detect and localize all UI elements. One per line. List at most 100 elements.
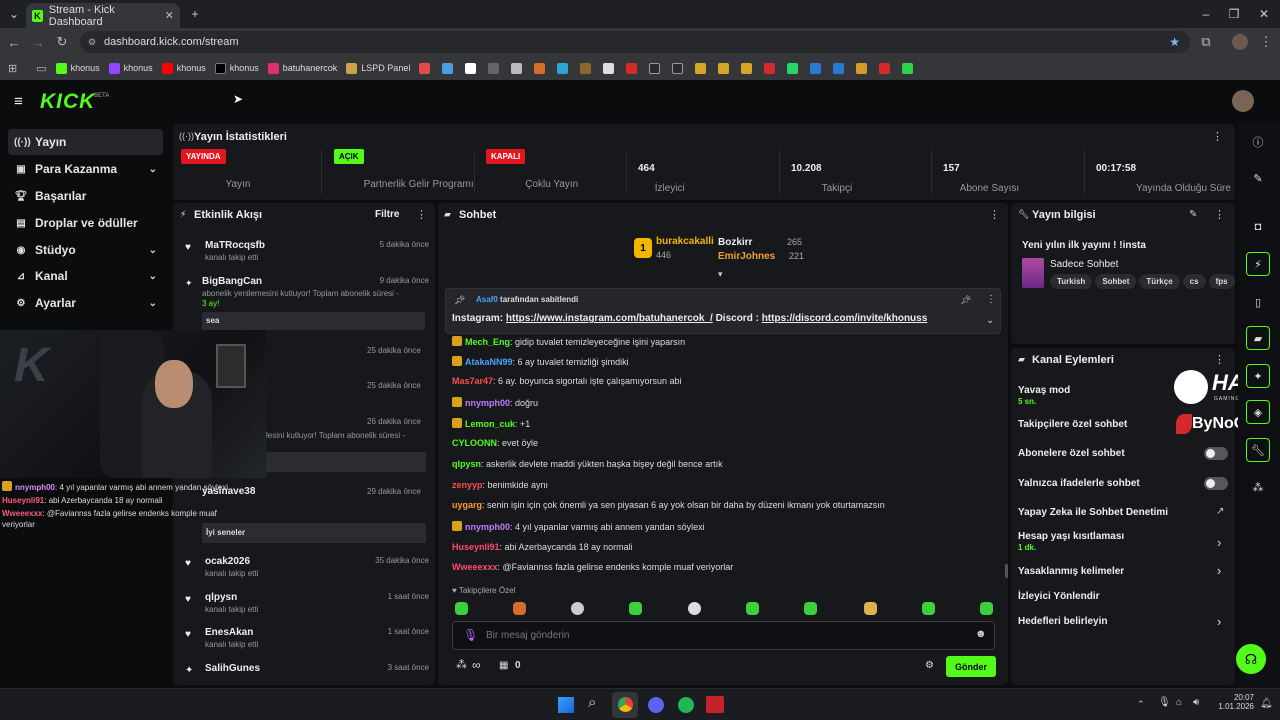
taskbar-search-icon[interactable]: ⌕: [588, 694, 596, 711]
notification-bell-icon[interactable]: 🔔︎: [1260, 698, 1273, 709]
bookmark-youtube[interactable]: khonus: [161, 62, 206, 74]
chat-user[interactable]: qlpysn: [452, 459, 481, 469]
sidebar-item-ayarlar[interactable]: ⚙ Ayarlar ⌄: [8, 290, 163, 316]
apps-icon[interactable]: ⊞: [8, 62, 17, 75]
pinned-menu-icon[interactable]: ⋮: [986, 294, 996, 305]
info-icon[interactable]: ⓘ: [1246, 130, 1270, 154]
chat-rail-icon[interactable]: ▰: [1246, 326, 1270, 350]
app-taskbar-icon[interactable]: [706, 696, 724, 713]
sidebar-item-para-kazanma[interactable]: ▣ Para Kazanma ⌄: [8, 156, 163, 182]
hamburger-menu-icon[interactable]: ≡: [14, 93, 23, 110]
top-gifter-name[interactable]: Bozkirr: [718, 237, 752, 248]
chat-scrollbar[interactable]: [1005, 564, 1008, 578]
emote-icon[interactable]: [864, 602, 877, 615]
bookmark-twitch[interactable]: khonus: [108, 62, 153, 74]
clock[interactable]: 20:07 1.01.2026: [1218, 693, 1254, 711]
emotes-only-toggle[interactable]: [1204, 477, 1228, 490]
bolt-rail-icon[interactable]: ⚡︎: [1246, 252, 1270, 276]
bookmark-icons-row[interactable]: [419, 62, 914, 74]
extensions-icon[interactable]: ⧉: [1196, 33, 1216, 51]
reload-icon[interactable]: ↻: [52, 33, 72, 51]
bookmark-kick[interactable]: khonus: [55, 62, 100, 74]
forward-icon[interactable]: →: [28, 33, 48, 51]
stats-menu-icon[interactable]: ⋮: [1212, 130, 1223, 143]
chevron-right-icon[interactable]: ›: [1217, 535, 1221, 550]
chat-input[interactable]: 🎙︎ Bir mesaj gönderin ☻: [452, 621, 995, 650]
tab-close-icon[interactable]: ✕: [165, 9, 174, 22]
user-avatar[interactable]: [1232, 90, 1254, 112]
emote-icon[interactable]: [455, 602, 468, 615]
chat-settings-icon[interactable]: ⚙: [925, 660, 934, 671]
external-link-icon[interactable]: ↗: [1216, 506, 1224, 517]
tray-mic-icon[interactable]: 🎙︎: [1158, 697, 1171, 708]
discord-icon[interactable]: [648, 697, 664, 713]
top-gifter-name[interactable]: burakcakalli: [656, 236, 714, 247]
emote-icon[interactable]: [513, 602, 526, 615]
sidebar-item-yayin[interactable]: ((·)) Yayın: [8, 129, 163, 155]
window-close-icon[interactable]: ✕: [1254, 5, 1274, 23]
channel-actions-menu-icon[interactable]: ⋮: [1214, 353, 1225, 366]
chevron-down-icon[interactable]: ⌄: [986, 315, 994, 326]
new-tab-icon[interactable]: +: [185, 5, 205, 23]
unpin-icon[interactable]: 📌︎: [960, 295, 971, 306]
expand-leaderboard-icon[interactable]: ▾: [718, 269, 723, 280]
edit-icon[interactable]: ✎: [1189, 209, 1197, 220]
profile-avatar[interactable]: [1232, 34, 1248, 50]
browser-menu-icon[interactable]: ⋮: [1256, 33, 1276, 51]
chat-user[interactable]: Lemon_cuk: [465, 419, 515, 429]
raid-setting[interactable]: İzleyici Yönlendir: [1018, 591, 1100, 602]
tray-volume-icon[interactable]: 🔊︎: [1193, 697, 1199, 708]
tray-network-icon[interactable]: ⌂: [1176, 697, 1182, 708]
category-name[interactable]: Sadece Sohbet: [1050, 259, 1118, 270]
emote-icon[interactable]: [804, 602, 817, 615]
microphone-icon[interactable]: 🎙︎: [463, 628, 478, 642]
filter-button[interactable]: Filtre: [375, 209, 399, 220]
chat-user[interactable]: zenyyp: [452, 480, 483, 490]
sidebar-item-kanal[interactable]: ⊿ Kanal ⌄: [8, 263, 163, 289]
subscribers-only-setting[interactable]: Abonelere özel sohbet: [1018, 448, 1125, 459]
star-rail-icon[interactable]: ✦: [1246, 364, 1270, 388]
site-info-icon[interactable]: ⚙: [88, 37, 96, 48]
kick-logo[interactable]: KICK: [40, 90, 95, 114]
bookmark-folder-icon[interactable]: ▭: [36, 62, 46, 75]
wrench-rail-icon[interactable]: 🔧︎: [1246, 438, 1270, 462]
url-field[interactable]: ⚙ dashboard.kick.com/stream ★: [80, 31, 1190, 53]
chevron-right-icon[interactable]: ›: [1217, 614, 1221, 629]
chat-user[interactable]: Mech_Eng: [465, 337, 510, 347]
stream-info-menu-icon[interactable]: ⋮: [1214, 208, 1225, 221]
chat-user[interactable]: nnymph00: [465, 522, 510, 532]
shield-rail-icon[interactable]: ◈: [1246, 400, 1270, 424]
slow-mode-setting[interactable]: Yavaş mod: [1018, 385, 1070, 396]
activity-menu-icon[interactable]: ⋮: [416, 208, 427, 221]
back-icon[interactable]: ←: [4, 33, 24, 51]
maximize-icon[interactable]: ❐: [1224, 5, 1244, 23]
store-icon[interactable]: ▦: [499, 660, 508, 671]
sidebar-item-basarilar[interactable]: 🏆︎ Başarılar: [8, 183, 163, 209]
bookmark-x[interactable]: khonus: [214, 62, 259, 74]
chat-user[interactable]: CYLOONN: [452, 438, 497, 448]
chat-user[interactable]: Wweeexxx: [452, 562, 498, 572]
emote-icon[interactable]: [629, 602, 642, 615]
windows-start-icon[interactable]: [558, 697, 574, 713]
chat-user[interactable]: AtakaNN99: [465, 357, 513, 367]
chat-user[interactable]: uygarg: [452, 500, 482, 510]
camera-icon[interactable]: ◘: [1246, 215, 1270, 239]
tab-search-icon[interactable]: ⌄: [4, 5, 24, 23]
minimize-icon[interactable]: –: [1196, 5, 1216, 23]
emote-icon[interactable]: [922, 602, 935, 615]
banned-words-setting[interactable]: Yasaklanmış kelimeler: [1018, 566, 1124, 577]
ai-moderation-setting[interactable]: Yapay Zeka ile Sohbet Denetimi: [1018, 507, 1168, 518]
bookmark-lspd[interactable]: LSPD Panel: [346, 62, 410, 74]
emoji-icon[interactable]: ☻: [975, 628, 987, 640]
send-button[interactable]: Gönder: [946, 656, 996, 677]
emote-icon[interactable]: [571, 602, 584, 615]
sidebar-item-studyo[interactable]: ◉ Stüdyo ⌄: [8, 237, 163, 263]
chat-user[interactable]: Huseynli91: [452, 542, 500, 552]
top-gifter-name[interactable]: EmirJohnes: [718, 251, 775, 262]
spotify-icon[interactable]: [678, 697, 694, 713]
tray-chevron-icon[interactable]: ⌃: [1137, 699, 1145, 710]
goals-setting[interactable]: Hedefleri belirleyin: [1018, 616, 1107, 627]
chat-user[interactable]: Mas7ar47: [452, 376, 493, 386]
instagram-link[interactable]: https://www.instagram.com/batuhanercok_/: [506, 313, 713, 324]
chevron-right-icon[interactable]: ›: [1217, 563, 1221, 578]
